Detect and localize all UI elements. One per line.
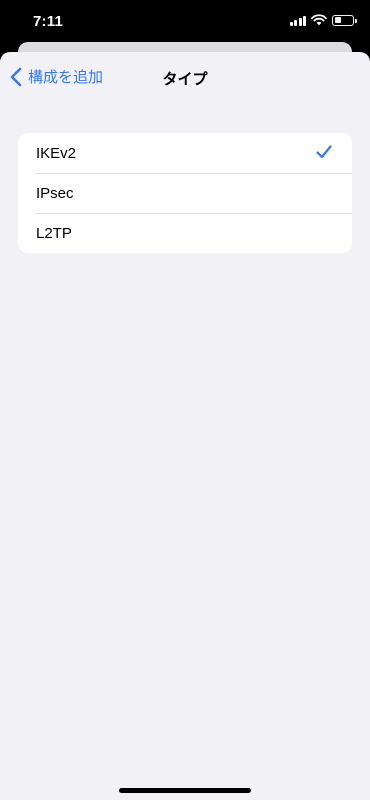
status-icons bbox=[289, 14, 357, 26]
type-list: IKEv2 IPsec L2TP bbox=[18, 133, 352, 253]
type-selection-sheet: 構成を追加 タイプ IKEv2 IPsec L2TP bbox=[0, 52, 370, 800]
battery-icon bbox=[332, 14, 357, 26]
status-bar: 7:11 bbox=[0, 0, 370, 44]
type-option-ikev2[interactable]: IKEv2 bbox=[18, 133, 352, 173]
checkmark-icon bbox=[316, 145, 332, 159]
page-title: タイプ bbox=[162, 71, 208, 88]
navigation-bar: 構成を追加 タイプ bbox=[0, 52, 370, 102]
phone-screen: 7:11 構成を追加 タイプ IKEv2 IPsec L2TP bbox=[0, 0, 370, 800]
type-option-l2tp[interactable]: L2TP bbox=[18, 213, 352, 253]
type-option-label: IPsec bbox=[36, 184, 74, 202]
home-indicator[interactable] bbox=[119, 788, 251, 793]
type-option-label: L2TP bbox=[36, 224, 72, 242]
wifi-icon bbox=[311, 14, 327, 26]
status-time: 7:11 bbox=[33, 13, 63, 30]
cellular-signal-icon bbox=[289, 15, 306, 26]
battery-level bbox=[334, 17, 341, 23]
type-option-label: IKEv2 bbox=[36, 144, 77, 162]
type-option-ipsec[interactable]: IPsec bbox=[18, 173, 352, 213]
